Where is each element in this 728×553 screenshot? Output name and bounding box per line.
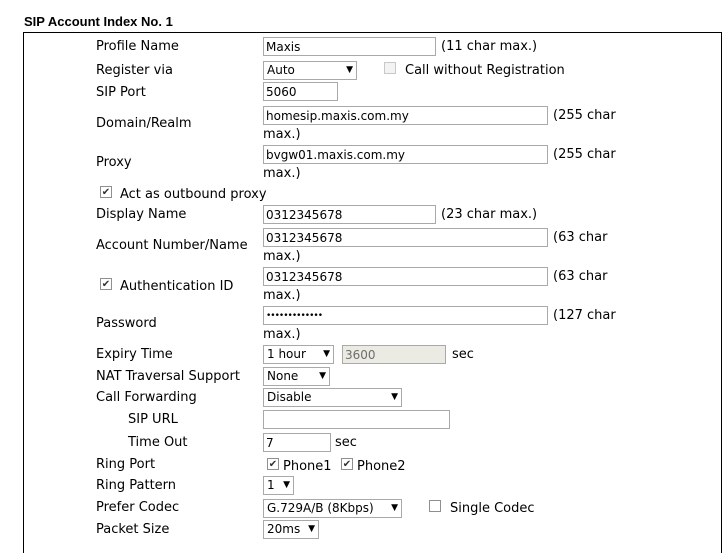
call-forwarding-select[interactable]: Disable ▼ bbox=[263, 388, 402, 407]
sip-port-label: SIP Port bbox=[96, 85, 146, 100]
time-out-input[interactable] bbox=[263, 433, 331, 452]
time-out-label: Time Out bbox=[128, 435, 188, 450]
account-number-label: Account Number/Name bbox=[96, 238, 248, 253]
call-without-registration-label: Call without Registration bbox=[405, 63, 565, 78]
authentication-id-hint: (63 char bbox=[553, 269, 608, 284]
account-number-input[interactable] bbox=[263, 228, 548, 247]
proxy-hint: (255 char bbox=[553, 147, 616, 162]
display-name-hint: (23 char max.) bbox=[441, 207, 538, 222]
packet-size-value: 20ms bbox=[267, 522, 301, 536]
time-out-unit: sec bbox=[335, 435, 357, 450]
dropdown-arrow-icon: ▼ bbox=[308, 524, 315, 534]
account-number-hint: (63 char bbox=[553, 230, 608, 245]
expiry-time-unit: sec bbox=[452, 347, 474, 362]
sip-url-label: SIP URL bbox=[128, 412, 178, 427]
outbound-proxy-label: Act as outbound proxy bbox=[120, 187, 267, 202]
expiry-time-select[interactable]: 1 hour ▼ bbox=[263, 345, 334, 364]
phone2-label: Phone2 bbox=[357, 459, 406, 474]
expiry-time-select-value: 1 hour bbox=[267, 347, 306, 361]
prefer-codec-label: Prefer Codec bbox=[96, 500, 180, 515]
account-number-hint-cont: max.) bbox=[263, 249, 301, 264]
password-hint: (127 char bbox=[553, 308, 616, 323]
dropdown-arrow-icon: ▼ bbox=[319, 371, 326, 381]
nat-traversal-value: None bbox=[267, 369, 299, 383]
display-name-input[interactable] bbox=[263, 205, 436, 224]
nat-traversal-select[interactable]: None ▼ bbox=[263, 367, 330, 386]
dropdown-arrow-icon: ▼ bbox=[346, 65, 353, 75]
prefer-codec-select[interactable]: G.729A/B (8Kbps) ▼ bbox=[263, 499, 402, 518]
sip-url-input[interactable] bbox=[263, 410, 450, 429]
authentication-id-input[interactable] bbox=[263, 267, 548, 286]
dropdown-arrow-icon: ▼ bbox=[391, 503, 398, 513]
dropdown-arrow-icon: ▼ bbox=[391, 392, 398, 402]
dropdown-arrow-icon: ▼ bbox=[323, 349, 330, 359]
outbound-proxy-checkbox[interactable]: ✔ bbox=[100, 186, 112, 198]
authentication-id-checkbox[interactable]: ✔ bbox=[100, 278, 112, 290]
password-hint-cont: max.) bbox=[263, 327, 301, 342]
proxy-hint-cont: max.) bbox=[263, 166, 301, 181]
register-via-select[interactable]: Auto ▼ bbox=[263, 61, 357, 80]
phone2-checkbox[interactable]: ✔ bbox=[341, 458, 353, 470]
nat-traversal-label: NAT Traversal Support bbox=[96, 369, 240, 384]
single-codec-checkbox[interactable] bbox=[429, 500, 441, 512]
packet-size-select[interactable]: 20ms ▼ bbox=[263, 520, 319, 539]
call-without-registration-checkbox[interactable] bbox=[384, 62, 396, 74]
expiry-time-value-input bbox=[342, 345, 446, 364]
ring-pattern-select[interactable]: 1 ▼ bbox=[263, 476, 294, 495]
proxy-label: Proxy bbox=[96, 155, 132, 170]
expiry-time-label: Expiry Time bbox=[96, 347, 173, 362]
call-forwarding-label: Call Forwarding bbox=[96, 390, 197, 405]
profile-name-hint: (11 char max.) bbox=[441, 39, 538, 54]
sip-port-input[interactable] bbox=[263, 82, 338, 101]
proxy-input[interactable] bbox=[263, 145, 548, 164]
register-via-value: Auto bbox=[267, 63, 295, 77]
profile-name-input[interactable] bbox=[263, 37, 436, 56]
prefer-codec-value: G.729A/B (8Kbps) bbox=[267, 501, 374, 515]
authentication-id-label: Authentication ID bbox=[120, 279, 234, 294]
password-label: Password bbox=[96, 316, 157, 331]
password-input[interactable] bbox=[263, 306, 548, 325]
ring-pattern-value: 1 bbox=[267, 478, 275, 492]
domain-realm-hint: (255 char bbox=[553, 108, 616, 123]
phone1-checkbox[interactable]: ✔ bbox=[267, 458, 279, 470]
authentication-id-hint-cont: max.) bbox=[263, 288, 301, 303]
phone1-label: Phone1 bbox=[283, 459, 332, 474]
dropdown-arrow-icon: ▼ bbox=[283, 480, 290, 490]
profile-name-label: Profile Name bbox=[96, 39, 179, 54]
display-name-label: Display Name bbox=[96, 207, 187, 222]
domain-realm-hint-cont: max.) bbox=[263, 127, 301, 142]
packet-size-label: Packet Size bbox=[96, 522, 170, 537]
page-title: SIP Account Index No. 1 bbox=[24, 14, 173, 29]
ring-pattern-label: Ring Pattern bbox=[96, 478, 177, 493]
domain-realm-label: Domain/Realm bbox=[96, 116, 192, 131]
call-forwarding-value: Disable bbox=[267, 390, 312, 404]
register-via-label: Register via bbox=[96, 63, 173, 78]
ring-port-label: Ring Port bbox=[96, 457, 156, 472]
single-codec-label: Single Codec bbox=[450, 501, 535, 516]
domain-realm-input[interactable] bbox=[263, 106, 548, 125]
